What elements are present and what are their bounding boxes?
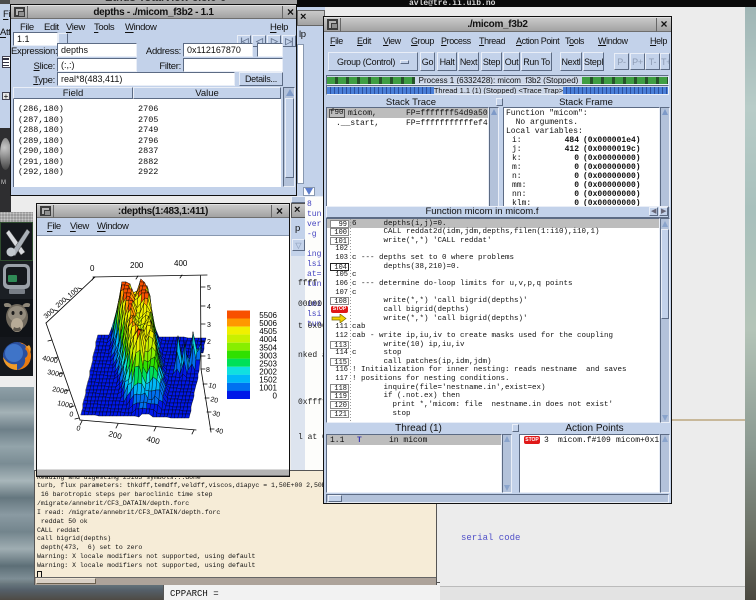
svg-text:0: 0 (75, 425, 81, 433)
svg-text:200: 200 (55, 297, 69, 310)
svg-text:4000: 4000 (42, 355, 59, 365)
svg-text:200: 200 (130, 261, 144, 270)
svg-text:2: 2 (207, 339, 211, 346)
svg-text:1: 1 (207, 354, 211, 361)
svg-text:5: 5 (207, 285, 211, 292)
svg-text:20: 20 (209, 396, 218, 405)
svg-text:40: 40 (214, 427, 223, 436)
svg-text:4: 4 (207, 304, 211, 311)
svg-text:1000: 1000 (57, 400, 74, 410)
svg-text:200: 200 (107, 429, 123, 441)
svg-text:0: 0 (69, 411, 74, 419)
svg-text:0: 0 (273, 392, 278, 401)
svg-text:400: 400 (145, 434, 161, 446)
svg-text:100: 100 (67, 287, 81, 300)
svg-text:300: 300 (43, 308, 57, 321)
svg-text:2000: 2000 (52, 386, 69, 396)
svg-text:30: 30 (211, 410, 220, 419)
svg-text:8: 8 (206, 367, 210, 374)
svg-text:0: 0 (90, 264, 95, 273)
svg-text:3: 3 (207, 322, 211, 329)
svg-text:400: 400 (174, 259, 188, 268)
svg-text:3000: 3000 (47, 369, 64, 379)
svg-text:10: 10 (207, 382, 216, 391)
